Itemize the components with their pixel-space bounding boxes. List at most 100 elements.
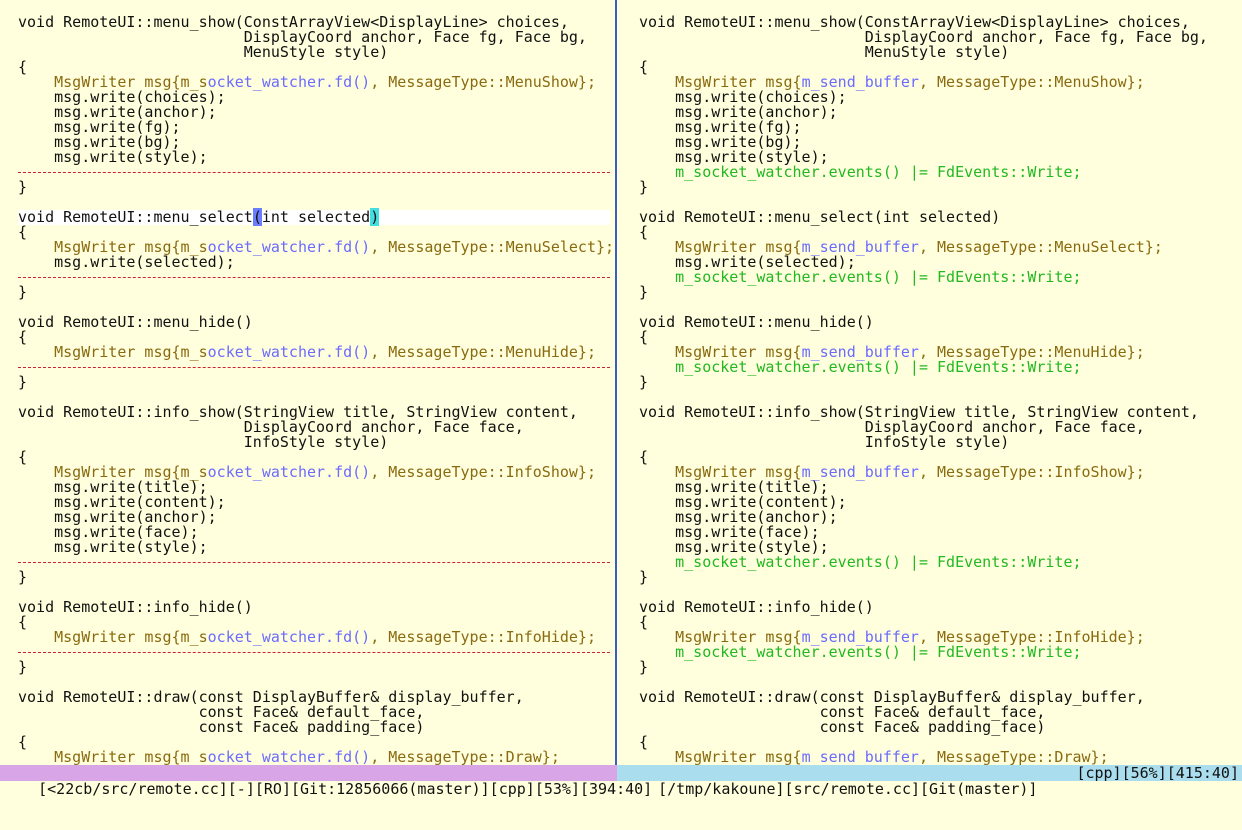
- changed-code: , MessageType::MenuShow};: [370, 73, 596, 91]
- diff-removed-filler-line: [18, 645, 612, 660]
- code-line: }: [18, 375, 612, 390]
- code-line: }: [639, 285, 1239, 300]
- changed-code: MsgWriter msg{: [639, 748, 802, 765]
- code-line-selected: void RemoteUI::menu_select(int selected): [18, 208, 610, 226]
- changed-code: , MessageType::MenuSelect};: [918, 238, 1163, 256]
- code-token: msg.write(style);: [18, 148, 208, 166]
- code-line: }: [18, 180, 612, 195]
- code-line: const Face& padding_face): [639, 720, 1239, 735]
- code-line: MsgWriter msg{m_send_buffer, MessageType…: [639, 750, 1239, 765]
- code-token: void RemoteUI::info_hide(): [639, 598, 874, 616]
- code-token: }: [18, 658, 28, 676]
- code-line: MenuStyle style): [18, 45, 612, 60]
- changed-code: MsgWriter msg{m_s: [18, 628, 208, 646]
- status-right-path: [/tmp/kakoune][src/remote.cc][Git(master…: [658, 780, 1038, 798]
- code-line: m_socket_watcher.events() |= FdEvents::W…: [639, 555, 1239, 570]
- code-token: msg.write(selected);: [18, 253, 235, 271]
- matching-paren-highlight: ): [370, 208, 380, 226]
- changed-code: , MessageType::InfoShow};: [918, 463, 1145, 481]
- added-code: m_socket_watcher.events() |= FdEvents::W…: [639, 553, 1082, 571]
- changed-code: ocket_watcher.fd(): [207, 463, 371, 481]
- code-line: void RemoteUI::info_hide(): [18, 600, 612, 615]
- pane-separator: [615, 0, 617, 765]
- code-line: MsgWriter msg{m_socket_watcher.fd(), Mes…: [18, 345, 612, 360]
- code-token: msg.write(style);: [18, 538, 208, 556]
- changed-code: m_send_buffer: [801, 748, 919, 765]
- changed-code: ocket_watcher.fd(): [207, 748, 371, 765]
- code-token: }: [18, 568, 28, 586]
- code-token: }: [639, 178, 649, 196]
- code-line: }: [18, 570, 612, 585]
- code-line: msg.write(style);: [18, 150, 612, 165]
- diff-removed-filler-line: [18, 360, 612, 375]
- code-token: MenuStyle style): [18, 43, 389, 61]
- changed-code: MsgWriter msg{m_s: [18, 748, 208, 765]
- code-token: }: [639, 283, 649, 301]
- code-token: InfoStyle style): [639, 433, 1010, 451]
- code-token: }: [18, 373, 28, 391]
- right-editor-pane[interactable]: void RemoteUI::menu_show(ConstArrayView<…: [639, 15, 1239, 765]
- changed-code: , MessageType::InfoShow};: [370, 463, 596, 481]
- code-token: void RemoteUI::menu_hide(): [18, 313, 253, 331]
- code-token: int selected: [261, 208, 371, 226]
- code-line: void RemoteUI::menu_select(int selected): [639, 210, 1239, 225]
- added-code: m_socket_watcher.events() |= FdEvents::W…: [639, 643, 1082, 661]
- code-token: void RemoteUI::menu_hide(): [639, 313, 874, 331]
- added-code: m_socket_watcher.events() |= FdEvents::W…: [639, 268, 1082, 286]
- changed-code: , MessageType::InfoHide};: [370, 628, 596, 646]
- code-token: void RemoteUI::menu_select(int selected): [639, 208, 1001, 226]
- diff-removed-filler-line: [18, 165, 612, 180]
- code-token: }: [639, 658, 649, 676]
- status-bar-right: [/tmp/kakoune][src/remote.cc][Git(master…: [617, 764, 1242, 797]
- left-editor-pane[interactable]: void RemoteUI::menu_show(ConstArrayView<…: [18, 15, 612, 765]
- code-token: InfoStyle style): [18, 433, 389, 451]
- changed-code: ocket_watcher.fd(): [207, 628, 371, 646]
- changed-code: ocket_watcher.fd(): [207, 343, 371, 361]
- code-line: InfoStyle style): [639, 435, 1239, 450]
- code-line: }: [639, 660, 1239, 675]
- changed-code: , MessageType::MenuSelect};: [370, 238, 612, 256]
- status-bar-left: [<22cb/src/remote.cc][-][RO][Git:1285606…: [0, 765, 652, 797]
- diff-editor-window: void RemoteUI::menu_show(ConstArrayView<…: [0, 0, 1242, 810]
- changed-code: , MessageType::Draw};: [370, 748, 560, 765]
- code-line: void RemoteUI::menu_hide(): [639, 315, 1239, 330]
- changed-code: , MessageType::MenuHide};: [370, 343, 596, 361]
- cursor: (: [252, 208, 262, 226]
- added-code: m_socket_watcher.events() |= FdEvents::W…: [639, 163, 1082, 181]
- diff-removed-filler-line: [18, 270, 612, 285]
- code-line: MsgWriter msg{m_socket_watcher.fd(), Mes…: [18, 750, 612, 765]
- code-token: const Face& padding_face): [18, 718, 425, 736]
- added-code: m_socket_watcher.events() |= FdEvents::W…: [639, 358, 1082, 376]
- changed-code: ocket_watcher.fd(): [207, 73, 371, 91]
- code-token: }: [18, 178, 28, 196]
- changed-code: , MessageType::MenuShow};: [918, 73, 1145, 91]
- code-line: msg.write(selected);: [18, 255, 612, 270]
- code-line: }: [639, 570, 1239, 585]
- code-token: }: [639, 568, 649, 586]
- code-line: MsgWriter msg{m_socket_watcher.fd(), Mes…: [18, 630, 612, 645]
- code-line: }: [639, 180, 1239, 195]
- code-token: const Face& padding_face): [639, 718, 1046, 736]
- code-line: MenuStyle style): [639, 45, 1239, 60]
- status-right-position: [cpp][56%][415:40]: [1076, 764, 1239, 782]
- status-left-text: [<22cb/src/remote.cc][-][RO][Git:1285606…: [38, 780, 653, 798]
- code-line: }: [639, 375, 1239, 390]
- diff-removed-filler-line: [18, 555, 612, 570]
- code-token: }: [639, 373, 649, 391]
- code-line: InfoStyle style): [18, 435, 612, 450]
- code-token: }: [18, 283, 28, 301]
- code-line: }: [18, 285, 612, 300]
- changed-code: , MessageType::Draw};: [918, 748, 1109, 765]
- code-token: void RemoteUI::info_hide(): [18, 598, 253, 616]
- code-line: }: [18, 660, 612, 675]
- code-line: m_socket_watcher.events() |= FdEvents::W…: [639, 270, 1239, 285]
- code-line: m_socket_watcher.events() |= FdEvents::W…: [639, 165, 1239, 180]
- code-line: msg.write(style);: [18, 540, 612, 555]
- code-line: m_socket_watcher.events() |= FdEvents::W…: [639, 360, 1239, 375]
- code-line: const Face& padding_face): [18, 720, 612, 735]
- code-token: void RemoteUI::menu_select: [18, 208, 253, 226]
- changed-code: MsgWriter msg{m_s: [18, 343, 208, 361]
- code-line: m_socket_watcher.events() |= FdEvents::W…: [639, 645, 1239, 660]
- code-token: MenuStyle style): [639, 43, 1010, 61]
- code-line: void RemoteUI::info_hide(): [639, 600, 1239, 615]
